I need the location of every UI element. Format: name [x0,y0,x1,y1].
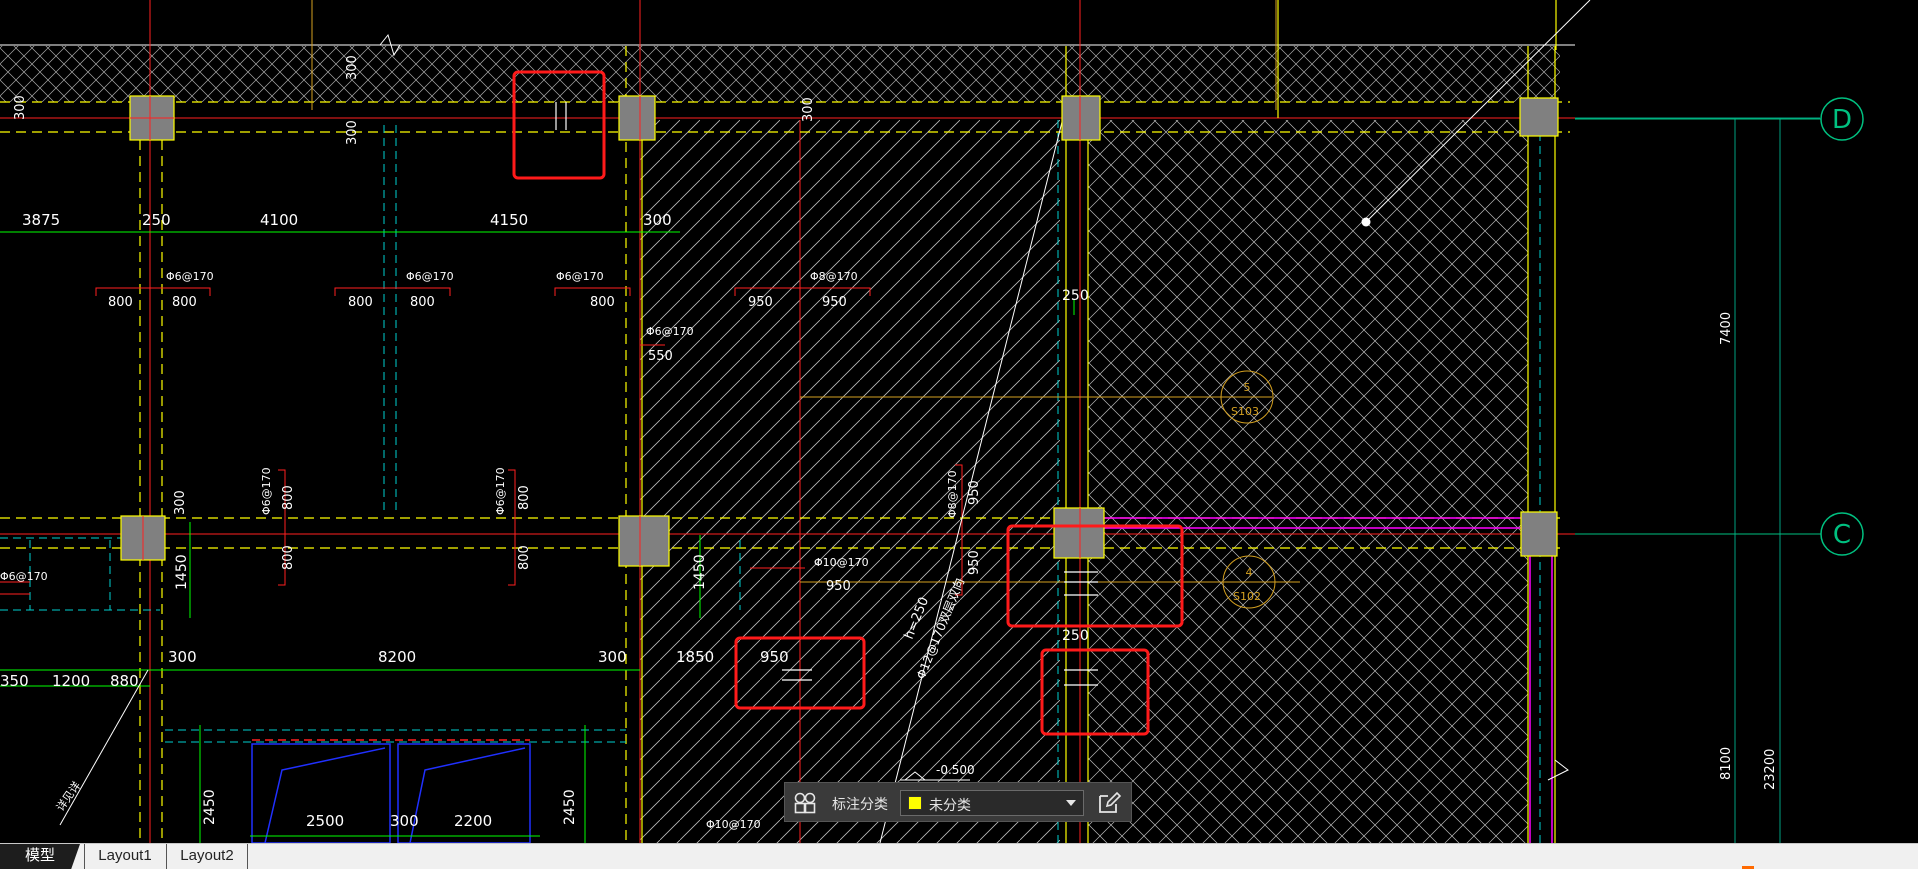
top-hatch-band [0,46,1560,102]
dim-250-b: 250 [1062,288,1089,304]
rebar-label: Φ6@170 [494,467,507,515]
layout-tab-bar: 模型 Layout1 Layout2 [0,843,1918,869]
dim-1200: 1200 [52,672,90,690]
rebar-label: Φ8@170 [946,470,959,518]
rebar-label: Φ10@170 [814,556,869,569]
dim-800: 800 [108,295,133,310]
dim-2450: 2450 [562,789,578,825]
dim-800-v: 800 [281,485,296,510]
dim-950: 950 [822,295,847,310]
dim-800: 800 [410,295,435,310]
detail-tag-5-ref: S103 [1231,405,1259,418]
axis-label-c: C [1833,520,1851,550]
dim-300-i: 300 [390,812,419,830]
dim-1850: 1850 [676,648,714,666]
dim-800: 800 [172,295,197,310]
dim-2500: 2500 [306,812,344,830]
grid-icon[interactable] [793,791,817,815]
chevron-down-icon [1066,800,1076,806]
dim-800-v: 800 [281,545,296,570]
dim-1450: 1450 [174,554,190,590]
tab-layout1[interactable]: Layout1 [84,844,165,869]
dim-300-v: 300 [345,120,360,145]
rebar-label: Φ10@170 [706,818,761,831]
axis-bubbles [1820,97,1864,556]
annotation-category-label: 标注分类 [832,796,888,812]
dim-23200: 23200 [1763,749,1778,790]
dim-800: 800 [590,295,615,310]
dim-300-v: 300 [801,97,816,122]
rebar-label: Φ6@170 [0,570,48,583]
dim-300-v: 300 [13,95,28,120]
edit-icon[interactable] [1096,791,1122,815]
dim-300-h: 300 [598,648,627,666]
slab-hatch-diagonal [640,120,1060,843]
dim-800-v: 800 [517,545,532,570]
cad-drawing-canvas[interactable]: 3875 250 4100 4150 300 300 300 300 300 3… [0,0,1918,843]
rebar-label: Φ6@170 [646,325,694,338]
detail-tag-5-number: 5 [1244,381,1251,394]
dim-2450: 2450 [202,789,218,825]
dim-950-box: 950 [760,648,789,666]
tab-layout2[interactable]: Layout2 [166,844,248,869]
dim-4150: 4150 [490,211,528,229]
detail-tag-4-ref: S102 [1233,590,1261,603]
elevation-mark: -0.500 [936,763,975,777]
dim-300: 300 [643,211,672,229]
dim-350: 350 [0,672,29,690]
dim-300-v: 300 [173,490,188,515]
rebar-label: Φ6@170 [166,270,214,283]
dim-800: 800 [348,295,373,310]
dim-8100: 8100 [1719,747,1734,780]
annotation-toolbar: 标注分类 未分类 [784,782,1132,822]
dim-250: 250 [142,211,171,229]
slab-hatch-cross [1088,120,1528,843]
dim-4100: 4100 [260,211,298,229]
rebar-label: Φ8@170 [810,270,858,283]
dim-250-c: 250 [1062,628,1089,644]
detail-tag-4-number: 4 [1246,566,1253,579]
detail-note: 详见详 [53,779,83,814]
dim-300-g: 300 [168,648,197,666]
tab-model[interactable]: 模型 [0,844,80,869]
dim-3875: 3875 [22,211,60,229]
rebar-label: Φ6@170 [406,270,454,283]
dim-950-v: 950 [967,550,982,575]
category-select-value: 未分类 [929,797,971,813]
rebar-label: Φ6@170 [556,270,604,283]
axis-label-d: D [1832,105,1852,135]
rebar-label: Φ6@170 [260,467,273,515]
dim-8200: 8200 [378,648,416,666]
dim-2200: 2200 [454,812,492,830]
dim-950: 950 [748,295,773,310]
dim-1450: 1450 [692,554,708,590]
dim-950-c: 950 [826,579,851,594]
annotation-category-select[interactable]: 未分类 [900,790,1084,816]
dim-7400: 7400 [1719,312,1734,345]
dim-550: 550 [648,349,673,364]
dim-300-v: 300 [345,55,360,80]
dim-800-v: 800 [517,485,532,510]
dim-880: 880 [110,672,139,690]
dim-950-v: 950 [967,480,982,505]
category-color-swatch [908,796,922,810]
